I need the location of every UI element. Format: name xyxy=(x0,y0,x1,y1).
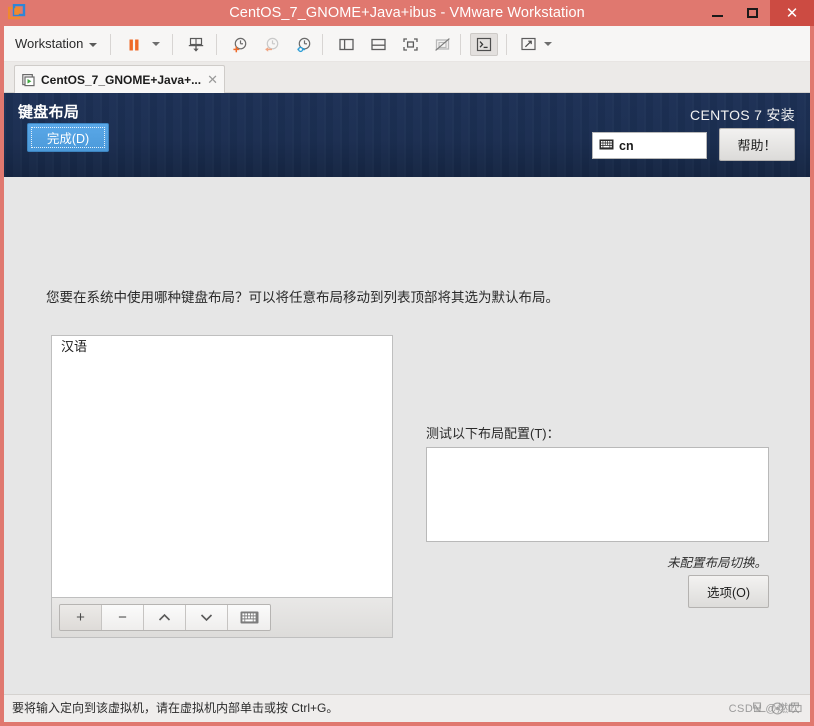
show-library-button[interactable] xyxy=(334,33,358,56)
title-bar: CentOS_7_GNOME+Java+ibus - VMware Workst… xyxy=(0,0,814,26)
csdn-watermark: CSDN @燃吹 xyxy=(728,703,800,715)
minimize-icon xyxy=(700,0,735,26)
pause-icon xyxy=(129,39,139,50)
layout-list-toolbar: + − xyxy=(52,598,392,637)
toolbar-separator xyxy=(216,34,217,55)
status-bar: 要将输入定向到该虚拟机，请在虚拟机内部单击或按 Ctrl+G。 CSDN @燃吹 xyxy=(4,694,810,722)
toolbar-separator xyxy=(506,34,507,55)
done-button-label: 完成(D) xyxy=(46,132,90,146)
vm-running-icon xyxy=(22,73,36,87)
layout-switch-note: 未配置布局切换。 xyxy=(666,556,767,570)
help-button-label: 帮助！ xyxy=(737,138,777,153)
layout-list-panel: 汉语 + − xyxy=(51,335,393,638)
keyboard-icon xyxy=(599,137,614,155)
move-layout-up-button[interactable] xyxy=(144,605,186,630)
stretch-dropdown[interactable] xyxy=(544,42,552,46)
show-library-icon xyxy=(338,38,354,51)
installer-header: 键盘布局 完成(D) CENTOS 7 安装 cn 帮助！ xyxy=(4,93,810,177)
fullscreen-icon xyxy=(402,38,418,51)
chevron-down-icon xyxy=(89,42,98,47)
options-button-label: 选项(O) xyxy=(706,586,751,600)
prompt-text: 您要在系统中使用哪种键盘布局？可以将任意布局移动到列表顶部将其选为默认布局。 xyxy=(46,290,559,305)
close-icon: ✕ xyxy=(785,4,799,22)
preview-layout-button[interactable] xyxy=(228,605,270,630)
snapshot-revert-button[interactable] xyxy=(260,33,284,56)
console-view-button[interactable] xyxy=(470,33,498,56)
add-layout-button[interactable]: + xyxy=(60,605,102,630)
remove-layout-button[interactable]: − xyxy=(102,605,144,630)
keyboard-layout-indicator[interactable]: cn xyxy=(592,132,707,159)
page-title: 键盘布局 xyxy=(18,104,80,121)
workstation-menu-button[interactable]: Workstation xyxy=(15,34,98,54)
test-layout-label: 测试以下布局配置(T)： xyxy=(426,426,560,441)
guest-vm-screen[interactable]: 键盘布局 完成(D) CENTOS 7 安装 cn 帮助！ 您要在系统中使用哪种… xyxy=(4,93,810,694)
unity-mode-icon xyxy=(434,38,450,51)
chevron-down-icon xyxy=(200,614,213,622)
test-layout-input[interactable] xyxy=(426,447,769,542)
done-button-focus-ring: 完成(D) xyxy=(31,127,105,148)
snapshot-button[interactable] xyxy=(184,33,208,56)
snapshot-revert-icon xyxy=(265,37,279,52)
list-item[interactable]: 汉语 xyxy=(52,336,392,358)
show-thumbnail-bar-icon xyxy=(370,38,386,51)
layout-list[interactable]: 汉语 xyxy=(52,336,392,598)
close-button[interactable]: ✕ xyxy=(770,0,814,26)
stretch-icon xyxy=(520,37,536,51)
centos-brand-label: CENTOS 7 安装 xyxy=(690,107,795,123)
move-layout-down-button[interactable] xyxy=(186,605,228,630)
toolbar-separator xyxy=(110,34,111,55)
main-toolbar: Workstation xyxy=(4,26,810,62)
maximize-icon xyxy=(735,0,770,26)
minus-icon: − xyxy=(118,609,127,626)
vmware-workstation-window: CentOS_7_GNOME+Java+ibus - VMware Workst… xyxy=(0,0,814,726)
help-button[interactable]: 帮助！ xyxy=(719,128,795,161)
snapshot-save-icon xyxy=(188,37,204,52)
tab-label: CentOS_7_GNOME+Java+... xyxy=(41,72,202,87)
console-icon xyxy=(476,37,492,52)
snapshot-manager-icon xyxy=(233,37,247,52)
show-thumbnail-bar-button[interactable] xyxy=(366,33,390,56)
options-button[interactable]: 选项(O) xyxy=(688,575,769,608)
workstation-menu-label: Workstation xyxy=(15,36,84,51)
chevron-up-icon xyxy=(158,613,171,621)
window-title: CentOS_7_GNOME+Java+ibus - VMware Workst… xyxy=(229,5,585,21)
snapshot-settings-icon xyxy=(297,37,311,52)
stretch-guest-button[interactable] xyxy=(516,33,540,56)
done-button[interactable]: 完成(D) xyxy=(27,123,109,152)
keyboard-layout-value: cn xyxy=(619,138,634,153)
toolbar-separator xyxy=(322,34,323,55)
close-icon[interactable]: ✕ xyxy=(207,73,218,86)
maximize-button[interactable] xyxy=(735,0,770,26)
suspend-button[interactable] xyxy=(122,33,146,56)
tab-strip: CentOS_7_GNOME+Java+... ✕ xyxy=(4,62,810,93)
toolbar-separator xyxy=(460,34,461,55)
snapshot-take-button[interactable] xyxy=(228,33,252,56)
enter-fullscreen-button[interactable] xyxy=(398,33,422,56)
snapshot-manage-button[interactable] xyxy=(292,33,316,56)
minimize-button[interactable] xyxy=(700,0,735,26)
keyboard-icon xyxy=(240,611,258,624)
tab-centos-vm[interactable]: CentOS_7_GNOME+Java+... ✕ xyxy=(14,65,225,93)
plus-icon: + xyxy=(76,609,85,626)
toolbar-separator xyxy=(172,34,173,55)
status-message: 要将输入定向到该虚拟机，请在虚拟机内部单击或按 Ctrl+G。 xyxy=(12,701,339,715)
suspend-dropdown[interactable] xyxy=(152,42,160,46)
installer-body: 您要在系统中使用哪种键盘布局？可以将任意布局移动到列表顶部将其选为默认布局。 汉… xyxy=(4,177,810,694)
unity-mode-button[interactable] xyxy=(430,33,454,56)
